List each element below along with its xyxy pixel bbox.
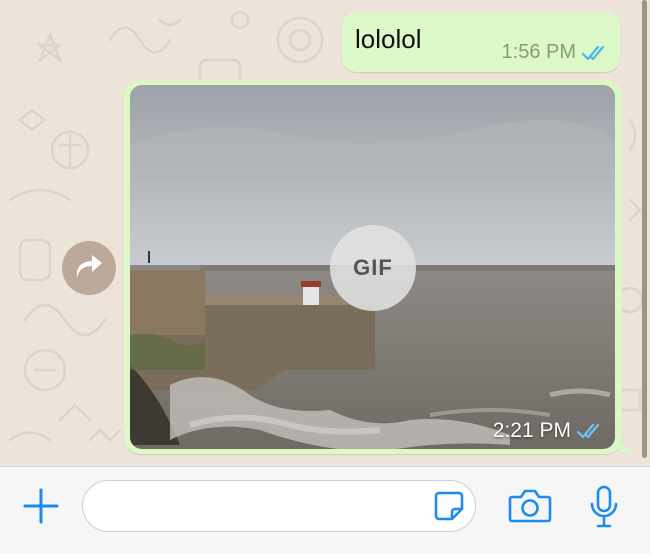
gif-message-time: 2:21 PM xyxy=(492,419,571,442)
gif-message-meta: 2:21 PM xyxy=(493,419,603,443)
double-check-read-icon xyxy=(577,423,600,439)
sticker-icon[interactable] xyxy=(433,490,465,522)
message-text: lololol xyxy=(355,24,422,54)
message-bubble-gif[interactable]: GIF 2:21 PM xyxy=(124,80,634,454)
double-check-read-icon xyxy=(582,45,605,60)
message-time: 1:56 PM xyxy=(501,41,576,63)
message-input[interactable] xyxy=(101,491,425,523)
scroll-indicator[interactable] xyxy=(642,0,647,458)
microphone-icon[interactable] xyxy=(589,485,619,529)
camera-icon[interactable] xyxy=(508,487,552,525)
forward-arrow-icon xyxy=(76,255,102,278)
bubble-tail xyxy=(616,434,634,453)
message-input-bar xyxy=(0,466,650,554)
message-bubble-text[interactable]: lololol 1:56 PM xyxy=(342,12,620,72)
plus-icon[interactable] xyxy=(22,487,60,525)
chat-area[interactable]: lololol 1:56 PM GIF 2:21 PM xyxy=(0,0,650,466)
message-text-field[interactable] xyxy=(82,480,476,532)
message-meta: 1:56 PM xyxy=(502,41,608,64)
forward-button[interactable] xyxy=(62,241,116,295)
gif-badge[interactable]: GIF xyxy=(330,225,416,311)
gif-preview-image[interactable]: GIF 2:21 PM xyxy=(130,85,615,449)
